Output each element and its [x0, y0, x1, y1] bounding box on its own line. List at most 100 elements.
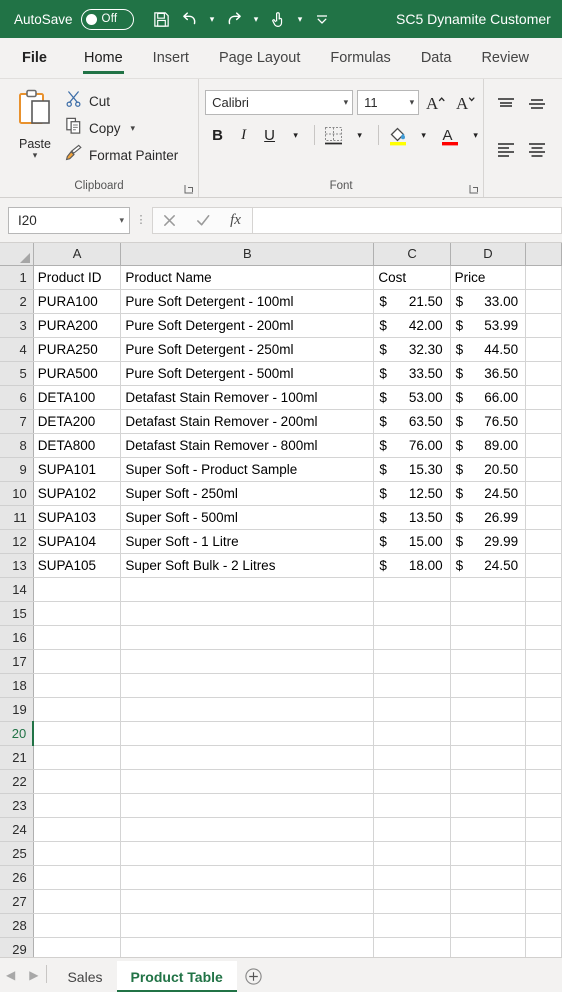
cell-E24[interactable]	[525, 817, 562, 842]
column-header-c[interactable]: C	[373, 243, 451, 266]
cell-D21[interactable]	[450, 745, 527, 770]
column-header-d[interactable]: D	[450, 243, 527, 266]
cell-A21[interactable]	[33, 745, 122, 770]
cell-A24[interactable]	[33, 817, 122, 842]
sheet-tab-product-table[interactable]: Product Table	[116, 961, 237, 992]
cell-D16[interactable]	[450, 625, 527, 650]
copy-button[interactable]: Copy ▾	[64, 116, 178, 140]
row-header-15[interactable]: 15	[0, 601, 34, 626]
top-align-button[interactable]	[490, 92, 521, 119]
cell-D12[interactable]: $29.99	[450, 529, 527, 554]
cell-B20[interactable]	[120, 721, 375, 746]
decrease-font-size-button[interactable]: A	[453, 90, 479, 115]
italic-button[interactable]: I	[231, 122, 256, 148]
cell-B23[interactable]	[120, 793, 375, 818]
row-header-22[interactable]: 22	[0, 769, 34, 794]
row-header-17[interactable]: 17	[0, 649, 34, 674]
font-color-button[interactable]: A	[437, 122, 462, 148]
select-all-corner[interactable]	[0, 243, 34, 266]
previous-sheet-icon[interactable]: ◀	[6, 968, 15, 982]
cell-B13[interactable]: Super Soft Bulk - 2 Litres	[120, 553, 375, 578]
cell-A28[interactable]	[33, 913, 122, 938]
cell-D2[interactable]: $33.00	[450, 289, 527, 314]
font-size-combo[interactable]: 11 ▾	[357, 90, 420, 115]
center-align-button[interactable]	[521, 137, 552, 164]
cell-A5[interactable]: PURA500	[33, 361, 122, 386]
cell-B7[interactable]: Detafast Stain Remover - 200ml	[120, 409, 375, 434]
borders-button[interactable]	[321, 122, 346, 148]
cell-E14[interactable]	[525, 577, 562, 602]
touch-mode-dropdown-caret-icon[interactable]: ▾	[294, 5, 307, 33]
cell-C17[interactable]	[373, 649, 451, 674]
cell-E20[interactable]	[525, 721, 562, 746]
cell-E6[interactable]	[525, 385, 562, 410]
touch-mouse-mode-icon[interactable]	[265, 5, 292, 33]
row-header-24[interactable]: 24	[0, 817, 34, 842]
cell-B11[interactable]: Super Soft - 500ml	[120, 505, 375, 530]
cell-D17[interactable]	[450, 649, 527, 674]
cell-E10[interactable]	[525, 481, 562, 506]
cell-B26[interactable]	[120, 865, 375, 890]
increase-font-size-button[interactable]: A	[423, 90, 449, 115]
cell-D24[interactable]	[450, 817, 527, 842]
cell-E3[interactable]	[525, 313, 562, 338]
row-header-10[interactable]: 10	[0, 481, 34, 506]
row-header-12[interactable]: 12	[0, 529, 34, 554]
cell-A17[interactable]	[33, 649, 122, 674]
insert-function-icon[interactable]: fx	[219, 208, 252, 233]
row-header-2[interactable]: 2	[0, 289, 34, 314]
redo-icon[interactable]	[221, 5, 248, 33]
row-header-25[interactable]: 25	[0, 841, 34, 866]
row-header-11[interactable]: 11	[0, 505, 34, 530]
cell-E13[interactable]	[525, 553, 562, 578]
cell-E28[interactable]	[525, 913, 562, 938]
cell-E21[interactable]	[525, 745, 562, 770]
formula-bar-grip[interactable]: ⋮	[130, 214, 152, 225]
formula-input[interactable]	[252, 206, 562, 234]
cell-A26[interactable]	[33, 865, 122, 890]
middle-align-button[interactable]	[521, 92, 552, 119]
tab-home[interactable]: Home	[69, 38, 138, 78]
cell-A6[interactable]: DETA100	[33, 385, 122, 410]
cell-C18[interactable]	[373, 673, 451, 698]
cell-B1[interactable]: Product Name	[120, 265, 375, 290]
cell-B16[interactable]	[120, 625, 375, 650]
cell-C4[interactable]: $32.30	[373, 337, 451, 362]
cell-E12[interactable]	[525, 529, 562, 554]
cell-A13[interactable]: SUPA105	[33, 553, 122, 578]
add-sheet-icon[interactable]	[237, 961, 271, 992]
cell-A11[interactable]: SUPA103	[33, 505, 122, 530]
cell-D11[interactable]: $26.99	[450, 505, 527, 530]
row-header-28[interactable]: 28	[0, 913, 34, 938]
cell-D19[interactable]	[450, 697, 527, 722]
cell-E7[interactable]	[525, 409, 562, 434]
name-box[interactable]: I20 ▾	[8, 206, 130, 234]
paste-button[interactable]: Paste ▾	[6, 84, 64, 161]
cell-C13[interactable]: $18.00	[373, 553, 451, 578]
cell-E29[interactable]	[525, 937, 562, 957]
cell-B19[interactable]	[120, 697, 375, 722]
row-header-26[interactable]: 26	[0, 865, 34, 890]
cell-C2[interactable]: $21.50	[373, 289, 451, 314]
cell-C25[interactable]	[373, 841, 451, 866]
cell-B24[interactable]	[120, 817, 375, 842]
row-header-7[interactable]: 7	[0, 409, 34, 434]
row-header-20[interactable]: 20	[0, 721, 35, 746]
cell-A2[interactable]: PURA100	[33, 289, 122, 314]
cell-E17[interactable]	[525, 649, 562, 674]
row-header-16[interactable]: 16	[0, 625, 34, 650]
cell-B15[interactable]	[120, 601, 375, 626]
cell-B18[interactable]	[120, 673, 375, 698]
cell-C6[interactable]: $53.00	[373, 385, 451, 410]
font-name-combo[interactable]: Calibri ▾	[205, 90, 354, 115]
cell-B6[interactable]: Detafast Stain Remover - 100ml	[120, 385, 375, 410]
tab-file[interactable]: File	[0, 38, 69, 78]
cell-D4[interactable]: $44.50	[450, 337, 527, 362]
cell-D7[interactable]: $76.50	[450, 409, 527, 434]
cell-A3[interactable]: PURA200	[33, 313, 122, 338]
row-header-6[interactable]: 6	[0, 385, 34, 410]
bold-button[interactable]: B	[205, 122, 230, 148]
name-box-caret-icon[interactable]: ▾	[119, 215, 124, 226]
cell-C26[interactable]	[373, 865, 451, 890]
cell-A22[interactable]	[33, 769, 122, 794]
